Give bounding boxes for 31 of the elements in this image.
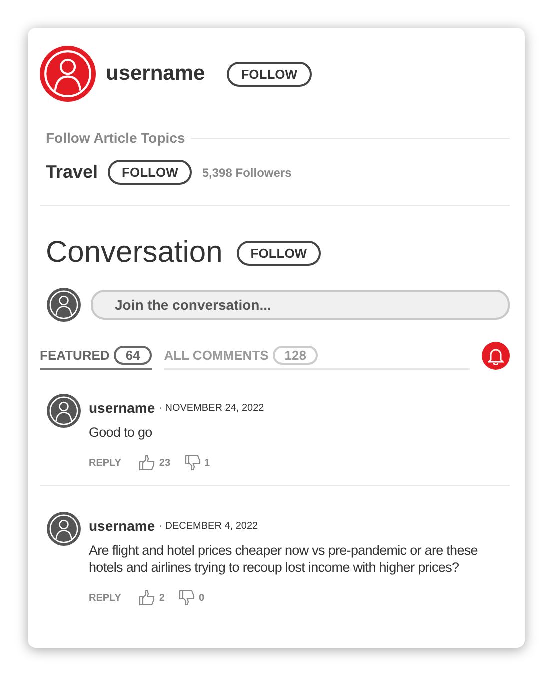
- like-count: 2: [159, 592, 165, 604]
- comment-date: · NOVEMBER 24, 2022: [159, 402, 264, 414]
- author-name: username: [106, 62, 206, 86]
- comment-author: username: [89, 518, 156, 534]
- comments-tab[interactable]: FEATURED 64: [40, 346, 152, 370]
- comment-text: Are flight and hotel prices cheaper now vs pre-pandemic or are these hotels and airlines trying to recoup lost income with higher prices?: [89, 542, 479, 576]
- comment-input[interactable]: Join the conversation...: [91, 290, 510, 320]
- avatar-icon: [47, 512, 81, 546]
- follow-button[interactable]: FOLLOW: [108, 160, 192, 185]
- follow-button[interactable]: FOLLOW: [227, 62, 312, 86]
- comment-date: · DECEMBER 4, 2022: [159, 520, 258, 532]
- avatar-icon: [47, 288, 81, 322]
- section-label: Follow Article Topics: [46, 130, 186, 146]
- notification-bell-icon[interactable]: [482, 342, 510, 370]
- reply-link[interactable]: REPLY: [89, 458, 122, 468]
- thumbs-up-icon[interactable]: [139, 455, 156, 471]
- dislike-count: 1: [204, 458, 210, 468]
- comment-author: username: [89, 400, 156, 416]
- section-title: Conversation: [46, 236, 223, 270]
- dislike-count: 0: [198, 592, 205, 604]
- follower-count: 5,398 Followers: [202, 166, 292, 180]
- thumbs-down-icon[interactable]: [184, 455, 201, 471]
- reply-link[interactable]: REPLY: [89, 592, 122, 604]
- avatar-icon: [40, 46, 96, 102]
- thumbs-down-icon[interactable]: [178, 590, 195, 606]
- avatar-icon: [47, 394, 81, 428]
- follow-button[interactable]: FOLLOW: [236, 240, 322, 266]
- like-count: 23: [159, 458, 171, 468]
- topic-name: Travel: [46, 162, 98, 183]
- comment-text: Good to go: [89, 424, 154, 441]
- thumbs-up-icon[interactable]: [139, 590, 156, 606]
